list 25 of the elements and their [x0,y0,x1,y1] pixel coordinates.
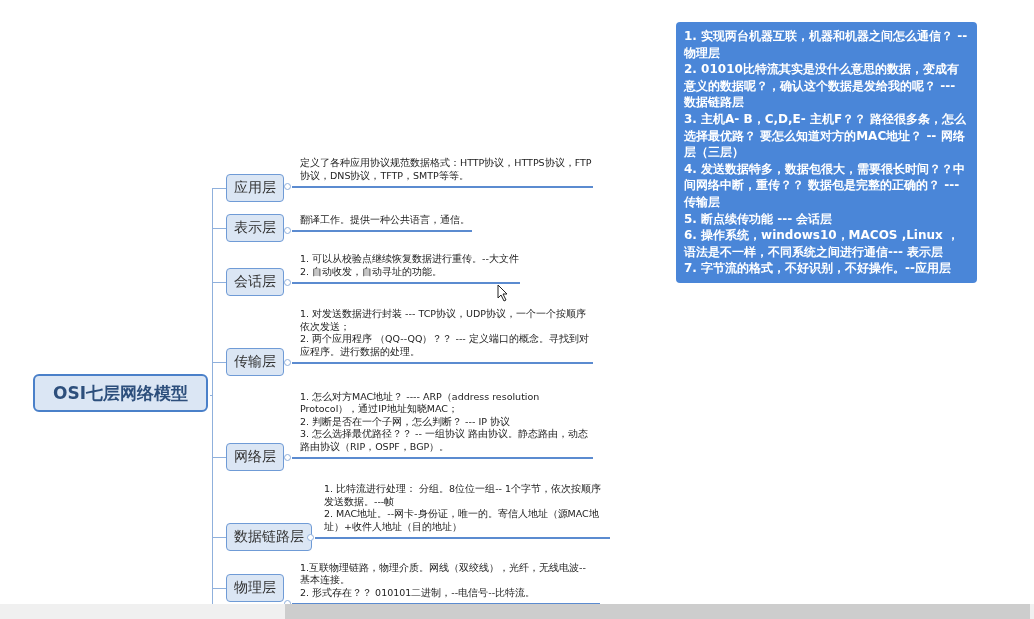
layer-topic[interactable]: 表示层 [226,214,284,242]
layer-description: 1. 比特流进行处理： 分组。8位位一组-- 1个字节，依次按顺序发送数据。---帧 2. MAC地址。--网卡-身份证，唯一的。寄信人地址（源MAC地址）+收件人地址（目的地址） [324,483,603,533]
layer-description: 翻译工作。提供一种公共语言，通信。 [300,213,470,226]
note-box: 1. 实现两台机器互联，机器和机器之间怎么通信？ --物理层 2. 01010比特流其实是没什么意思的数据，变成有意义的数据呢？，确认这个数据是发给我的呢？ --- 数据链路层 3. 主机A- B，C,D,E- 主机F？？ 路径很多条，怎么选择最优路？ 要怎么知道对方的MAC地址？ -- 网络层（三层） 4. 发送数据特多，数据包很大，需要很长时间？？中间网络中断，重传？？ 数据包是完整的正确的？ ---传输层 5. 断点续传功能 --- 会话层 6. 操作系统，windows10，MACOS ,Linux ，语法是不一样，不同系统之间进行通信--- 表示层 7. 字节流的格式，不好识别，不好操作。--应用层 [676,22,977,283]
layer-description: 1.互联物理链路，物理介质。网线（双绞线），光纤，无线电波--基本连接。 2. 形式存在？？ 010101二进制，--电信号--比特流。 [300,561,587,599]
layer-description: 1. 对发送数据进行封装 --- TCP协议，UDP协议，一个一个按顺序依次发送； 2. 两个应用程序 （QQ--QQ）？？ --- 定义端口的概念。寻找到对应程序。进行数据的处理。 [300,308,590,358]
node-handle[interactable] [284,454,291,461]
node-handle[interactable] [284,227,291,234]
layer-topic[interactable]: 数据链路层 [226,523,312,551]
node-handle[interactable] [284,279,291,286]
scrollbar-thumb[interactable] [285,604,1030,619]
layer-topic[interactable]: 网络层 [226,443,284,471]
layer-topic[interactable]: 物理层 [226,574,284,602]
layer-description: 1. 怎么对方MAC地址？ ---- ARP（address resolution Protocol），通过IP地址知晓MAC； 2. 判断是否在一个子网，怎么判断？ --- IP 协议 3. 怎么选择最优路径？？ -- 一组协议 路由协议。静态路由，动态路由协议（RIP，OSPF，BGP）。 [300,390,589,453]
node-handle[interactable] [284,359,291,366]
layer-topic[interactable]: 会话层 [226,268,284,296]
node-handle[interactable] [284,183,291,190]
layer-description: 1. 可以从校验点继续恢复数据进行重传。--大文件 2. 自动收发，自动寻址的功能。 [300,253,520,278]
layer-topic[interactable]: 传输层 [226,348,284,376]
horizontal-scrollbar[interactable] [0,604,1034,619]
mouse-pointer-icon [497,284,509,302]
layer-description: 定义了各种应用协议规范数据格式：HTTP协议，HTTPS协议，FTP协议，DNS协议，TFTP，SMTP等等。 [300,157,593,182]
layer-topic[interactable]: 应用层 [226,174,284,202]
root-topic[interactable]: OSI七层网络模型 [33,374,208,412]
node-handle[interactable] [307,534,314,541]
